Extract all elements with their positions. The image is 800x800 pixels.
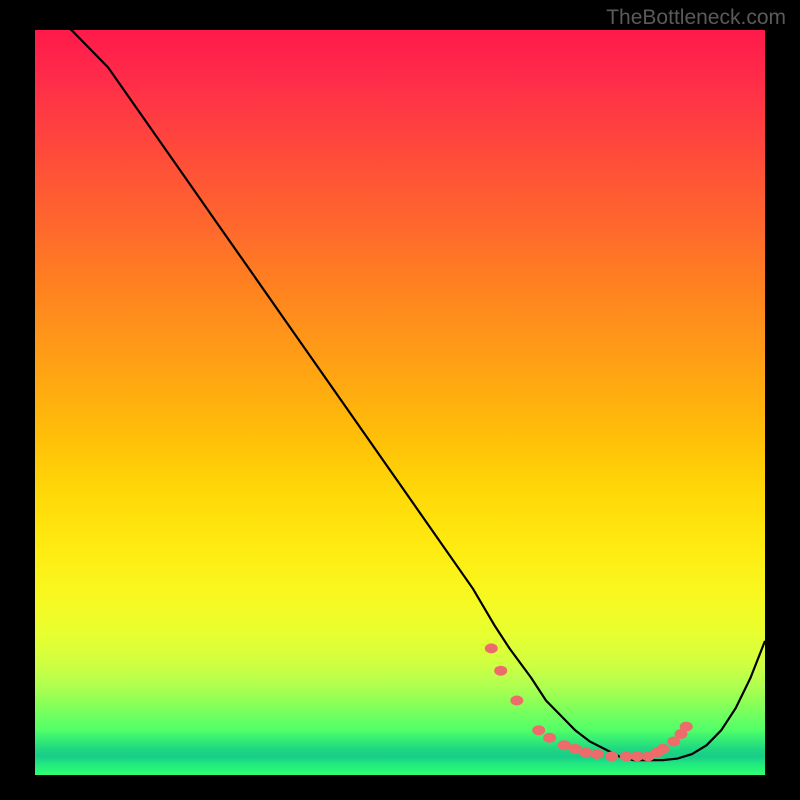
marker-point bbox=[494, 666, 507, 676]
chart-svg bbox=[35, 30, 765, 775]
watermark-text: TheBottleneck.com bbox=[606, 6, 786, 30]
marker-points bbox=[485, 643, 693, 761]
curve-line bbox=[35, 30, 765, 760]
marker-point bbox=[532, 725, 545, 735]
marker-point bbox=[680, 722, 693, 732]
marker-point bbox=[591, 749, 604, 759]
chart-plot-area bbox=[35, 30, 765, 775]
marker-point bbox=[605, 751, 618, 761]
marker-point bbox=[543, 733, 556, 743]
marker-point bbox=[510, 696, 523, 706]
marker-point bbox=[580, 748, 593, 758]
marker-point bbox=[656, 744, 669, 754]
marker-point bbox=[485, 643, 498, 653]
